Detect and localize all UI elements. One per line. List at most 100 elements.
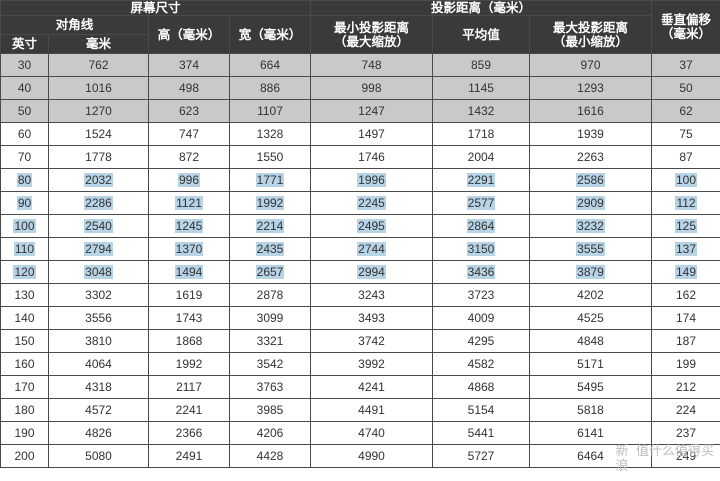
cell-max: 3232	[529, 214, 653, 238]
cell-inch: 180	[0, 398, 49, 422]
cell-offset: 212	[651, 375, 720, 399]
cell-inch: 150	[0, 329, 49, 353]
table-row: 150 3810 1868 3321 3742 4295 4848 187	[0, 329, 720, 353]
cell-inch: 70	[0, 145, 49, 169]
cell-diag_mm: 2794	[48, 237, 149, 261]
cell-max: 2263	[529, 145, 653, 169]
cell-diag_mm: 4826	[48, 421, 149, 445]
cell-diag_mm: 1778	[48, 145, 149, 169]
cell-diag_mm: 3048	[48, 260, 149, 284]
cell-avg: 3723	[432, 283, 531, 307]
cell-min: 2744	[310, 237, 434, 261]
cell-width: 3542	[228, 352, 312, 376]
table-row: 160 4064 1992 3542 3992 4582 5171 199	[0, 352, 720, 376]
cell-max: 5495	[529, 375, 653, 399]
cell-height: 1494	[148, 260, 230, 284]
cell-width: 1550	[228, 145, 312, 169]
cell-diag_mm: 3810	[48, 329, 149, 353]
cell-avg: 1718	[432, 122, 531, 146]
cell-min: 4740	[310, 421, 434, 445]
header-vertical-offset: 垂直偏移（毫米）	[651, 0, 720, 54]
header-diagonal: 对角线	[0, 15, 149, 35]
header-screen-size: 屏幕尺寸	[0, 0, 312, 16]
cell-avg: 4009	[432, 306, 531, 330]
table-row: 170 4318 2117 3763 4241 4868 5495 212	[0, 375, 720, 399]
cell-diag_mm: 3302	[48, 283, 149, 307]
cell-offset: 87	[651, 145, 720, 169]
cell-avg: 4868	[432, 375, 531, 399]
cell-height: 747	[148, 122, 230, 146]
cell-offset: 37	[651, 53, 720, 77]
cell-diag_mm: 4572	[48, 398, 149, 422]
cell-width: 2214	[228, 214, 312, 238]
header-mm: 毫米	[48, 34, 149, 54]
cell-max: 2586	[529, 168, 653, 192]
cell-max: 3879	[529, 260, 653, 284]
cell-height: 1245	[148, 214, 230, 238]
cell-diag_mm: 2286	[48, 191, 149, 215]
cell-max: 1616	[529, 99, 653, 123]
cell-inch: 110	[0, 237, 49, 261]
cell-diag_mm: 4064	[48, 352, 149, 376]
cell-width: 1328	[228, 122, 312, 146]
cell-inch: 130	[0, 283, 49, 307]
cell-avg: 2864	[432, 214, 531, 238]
cell-height: 498	[148, 76, 230, 100]
cell-height: 1868	[148, 329, 230, 353]
cell-max: 4848	[529, 329, 653, 353]
cell-diag_mm: 5080	[48, 444, 149, 468]
cell-width: 2435	[228, 237, 312, 261]
cell-min: 1247	[310, 99, 434, 123]
cell-avg: 4295	[432, 329, 531, 353]
cell-avg: 2004	[432, 145, 531, 169]
cell-height: 1121	[148, 191, 230, 215]
cell-inch: 200	[0, 444, 49, 468]
cell-min: 4990	[310, 444, 434, 468]
cell-offset: 174	[651, 306, 720, 330]
watermark-suffix: 什么值得买	[648, 443, 714, 458]
cell-inch: 40	[0, 76, 49, 100]
header-projection-distance: 投影距离（毫米）	[310, 0, 653, 16]
cell-width: 4206	[228, 421, 312, 445]
header-inch: 英寸	[0, 34, 49, 54]
cell-diag_mm: 3556	[48, 306, 149, 330]
cell-min: 4241	[310, 375, 434, 399]
cell-height: 2491	[148, 444, 230, 468]
cell-avg: 2577	[432, 191, 531, 215]
cell-min: 2495	[310, 214, 434, 238]
cell-offset: 112	[651, 191, 720, 215]
cell-diag_mm: 1524	[48, 122, 149, 146]
cell-avg: 859	[432, 53, 531, 77]
cell-offset: 199	[651, 352, 720, 376]
cell-avg: 5727	[432, 444, 531, 468]
cell-inch: 50	[0, 99, 49, 123]
cell-offset: 237	[651, 421, 720, 445]
cell-max: 6141	[529, 421, 653, 445]
cell-max: 5818	[529, 398, 653, 422]
cell-height: 1743	[148, 306, 230, 330]
table-row: 190 4826 2366 4206 4740 5441 6141 237	[0, 421, 720, 445]
cell-width: 664	[228, 53, 312, 77]
cell-width: 2878	[228, 283, 312, 307]
cell-height: 374	[148, 53, 230, 77]
cell-offset: 162	[651, 283, 720, 307]
cell-max: 4202	[529, 283, 653, 307]
cell-diag_mm: 1016	[48, 76, 149, 100]
cell-offset: 50	[651, 76, 720, 100]
header-width: 宽（毫米）	[228, 15, 312, 54]
cell-min: 2994	[310, 260, 434, 284]
cell-min: 1746	[310, 145, 434, 169]
table-row: 70 1778 872 1550 1746 2004 2263 87	[0, 145, 720, 169]
cell-offset: 137	[651, 237, 720, 261]
cell-min: 3493	[310, 306, 434, 330]
cell-offset: 125	[651, 214, 720, 238]
cell-height: 2117	[148, 375, 230, 399]
cell-inch: 60	[0, 122, 49, 146]
table-row: 90 2286 1121 1992 2245 2577 2909 112	[0, 191, 720, 215]
header-average: 平均值	[432, 15, 531, 54]
header-max-distance: 最大投影距离（最小缩放）	[529, 15, 653, 54]
cell-width: 3985	[228, 398, 312, 422]
cell-min: 748	[310, 53, 434, 77]
cell-inch: 120	[0, 260, 49, 284]
cell-width: 1771	[228, 168, 312, 192]
